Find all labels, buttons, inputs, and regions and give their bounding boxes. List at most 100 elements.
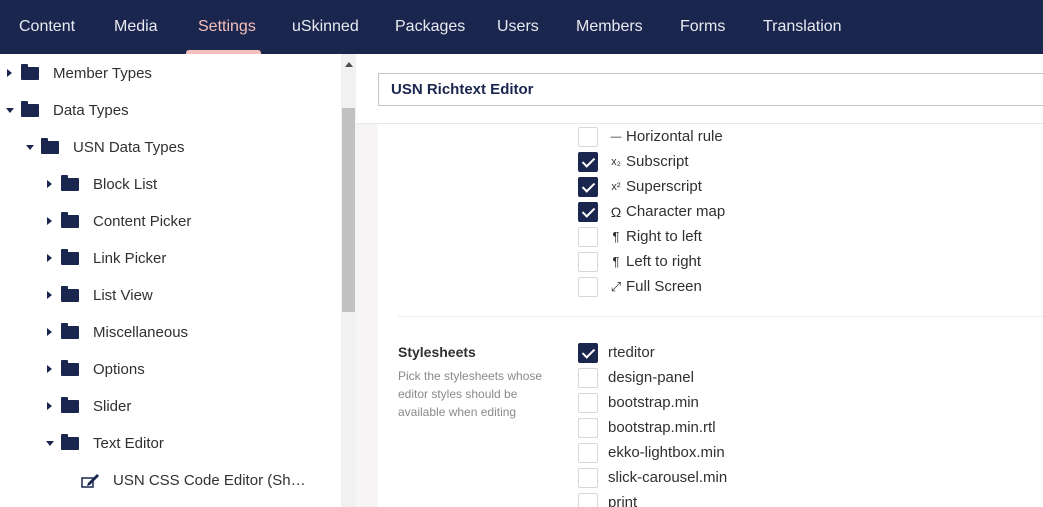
stylesheet-label: print: [608, 494, 638, 507]
left-to-right-icon: ¶: [612, 254, 620, 269]
caret-down-icon[interactable]: [26, 145, 34, 150]
folder-icon: [21, 101, 39, 117]
tree-item-content-picker[interactable]: Content Picker: [0, 203, 341, 240]
tree-item-label: Member Types: [53, 65, 152, 82]
nav-item-forms[interactable]: Forms: [680, 0, 725, 54]
nav-item-translation[interactable]: Translation: [763, 0, 842, 54]
folder-icon: [61, 323, 79, 339]
tree-item-miscellaneous[interactable]: Miscellaneous: [0, 314, 341, 351]
data-type-name-input[interactable]: [378, 73, 1043, 106]
stylesheet-label: slick-carousel.min: [608, 469, 728, 486]
subscript-icon: x₂: [611, 156, 621, 168]
option-subscript[interactable]: x₂ Subscript: [578, 152, 1038, 177]
stylesheet-print[interactable]: print: [578, 493, 1038, 507]
tree-item-label: Link Picker: [93, 250, 167, 267]
nav-item-members[interactable]: Members: [576, 0, 643, 54]
option-full-screen[interactable]: ⤢ Full Screen: [578, 277, 1038, 302]
scroll-thumb[interactable]: [342, 108, 355, 312]
stylesheet-rteditor[interactable]: rteditor: [578, 343, 1038, 368]
stylesheets-title: Stylesheets: [398, 344, 476, 360]
nav-item-settings[interactable]: Settings: [198, 0, 256, 54]
caret-right-icon[interactable]: [47, 402, 52, 410]
folder-icon: [61, 286, 79, 302]
nav-item-media[interactable]: Media: [114, 0, 158, 54]
horizontal-rule-icon: —: [610, 131, 622, 143]
folder-icon: [41, 138, 59, 154]
caret-right-icon[interactable]: [47, 254, 52, 262]
tree-item-label: Content Picker: [93, 213, 192, 230]
caret-down-icon[interactable]: [6, 108, 14, 113]
tree-item-member-types[interactable]: Member Types: [0, 55, 341, 92]
tree-item-data-types[interactable]: Data Types: [0, 92, 341, 129]
option-label: Left to right: [626, 253, 702, 270]
checkbox[interactable]: [578, 393, 598, 413]
checkbox[interactable]: [578, 343, 598, 363]
caret-down-icon[interactable]: [46, 441, 54, 446]
option-label: Superscript: [626, 178, 702, 195]
stylesheet-bootstrap-min-rtl[interactable]: bootstrap.min.rtl: [578, 418, 1038, 443]
checkbox[interactable]: [578, 468, 598, 488]
stylesheet-label: bootstrap.min.rtl: [608, 419, 716, 436]
stylesheets-description: Pick the stylesheets whose editor styles…: [398, 369, 543, 419]
option-superscript[interactable]: x² Superscript: [578, 177, 1038, 202]
tree-item-options[interactable]: Options: [0, 351, 341, 388]
caret-right-icon[interactable]: [47, 291, 52, 299]
caret-right-icon[interactable]: [47, 217, 52, 225]
option-label: Full Screen: [626, 278, 702, 295]
checkbox[interactable]: [578, 252, 598, 272]
checkbox[interactable]: [578, 177, 598, 197]
tree-item-usn-css-code-editor[interactable]: USN CSS Code Editor (Sh…: [0, 462, 341, 499]
checkbox[interactable]: [578, 152, 598, 172]
caret-right-icon[interactable]: [47, 365, 52, 373]
tree-item-label: Data Types: [53, 102, 129, 119]
tree-item-label: Miscellaneous: [93, 324, 189, 341]
caret-right-icon[interactable]: [47, 328, 52, 336]
nav-item-users[interactable]: Users: [497, 0, 539, 54]
tree-item-link-picker[interactable]: Link Picker: [0, 240, 341, 277]
tree-item-text-editor[interactable]: Text Editor: [0, 425, 341, 462]
tree-item-label: Block List: [93, 176, 158, 193]
checkbox[interactable]: [578, 202, 598, 222]
checkbox[interactable]: [578, 227, 598, 247]
option-label: Character map: [626, 203, 726, 220]
tree-item-label: Slider: [93, 398, 132, 415]
stylesheet-slick-carousel-min[interactable]: slick-carousel.min: [578, 468, 1038, 493]
option-left-to-right[interactable]: ¶ Left to right: [578, 252, 1038, 277]
folder-icon: [61, 360, 79, 376]
full-screen-icon: ⤢: [610, 279, 622, 294]
option-horizontal-rule[interactable]: — Horizontal rule: [578, 127, 1038, 152]
settings-tree: Member Types Data Types USN Data Types B…: [0, 54, 341, 507]
stylesheet-design-panel[interactable]: design-panel: [578, 368, 1038, 393]
code-editor-icon: [81, 474, 99, 488]
stylesheet-ekko-lightbox-min[interactable]: ekko-lightbox.min: [578, 443, 1038, 468]
editor-content-panel: — Horizontal rule x₂ Subscript x² Supers…: [378, 124, 1043, 507]
checkbox[interactable]: [578, 418, 598, 438]
checkbox[interactable]: [578, 443, 598, 463]
tree-item-usn-data-types[interactable]: USN Data Types: [0, 129, 341, 166]
nav-item-content[interactable]: Content: [19, 0, 75, 54]
checkbox[interactable]: [578, 493, 598, 507]
caret-right-icon[interactable]: [7, 69, 12, 77]
nav-item-uskinned[interactable]: uSkinned: [292, 0, 359, 54]
folder-icon: [61, 397, 79, 413]
checkbox[interactable]: [578, 127, 598, 147]
caret-right-icon[interactable]: [47, 180, 52, 188]
stylesheet-bootstrap-min[interactable]: bootstrap.min: [578, 393, 1038, 418]
scroll-up-arrow-icon[interactable]: [345, 62, 353, 67]
folder-icon: [61, 175, 79, 191]
tree-scrollbar[interactable]: [341, 54, 356, 507]
tree-item-slider[interactable]: Slider: [0, 388, 341, 425]
checkbox[interactable]: [578, 277, 598, 297]
folder-icon: [21, 64, 39, 80]
option-label: Horizontal rule: [626, 128, 723, 145]
stylesheet-label: ekko-lightbox.min: [608, 444, 725, 461]
option-right-to-left[interactable]: ¶ Right to left: [578, 227, 1038, 252]
option-character-map[interactable]: Ω Character map: [578, 202, 1038, 227]
folder-icon: [61, 434, 79, 450]
tree-item-label: Options: [93, 361, 145, 378]
nav-item-packages[interactable]: Packages: [395, 0, 465, 54]
checkbox[interactable]: [578, 368, 598, 388]
tree-item-list-view[interactable]: List View: [0, 277, 341, 314]
tree-item-block-list[interactable]: Block List: [0, 166, 341, 203]
tree-item-label: USN Data Types: [73, 139, 185, 156]
